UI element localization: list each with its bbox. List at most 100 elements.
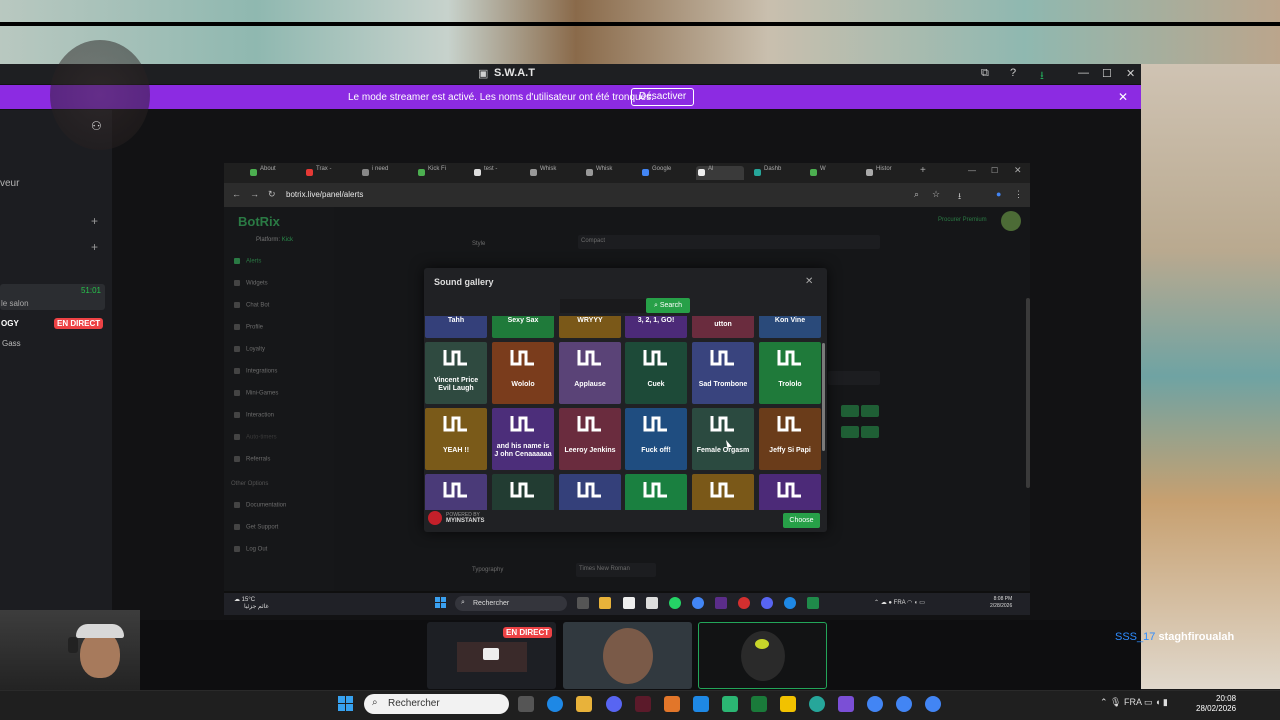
add-channel-icon[interactable]: + <box>91 214 98 228</box>
nav-loyalty[interactable]: Loyalty <box>234 346 265 353</box>
minimize-icon[interactable]: — <box>968 166 976 175</box>
chrome-icon[interactable] <box>867 696 883 712</box>
voice-user[interactable]: Gass <box>2 339 21 348</box>
sound-tile[interactable]: Vincent Price Evil Laugh <box>425 342 487 404</box>
chrome-icon-2[interactable] <box>896 696 912 712</box>
add-channel-icon-2[interactable]: + <box>91 240 98 254</box>
app-icon-3[interactable] <box>722 696 738 712</box>
excel-icon[interactable] <box>751 696 767 712</box>
sound-tile[interactable]: YEAH !! <box>425 408 487 470</box>
nav-profile[interactable]: Profile <box>234 324 263 331</box>
minimize-icon[interactable]: — <box>1078 67 1089 79</box>
file-explorer-icon[interactable] <box>599 597 611 609</box>
style-select[interactable]: Compact <box>578 235 880 249</box>
nav-referrals[interactable]: Referrals <box>234 456 270 463</box>
close-icon[interactable]: ✕ <box>1126 67 1135 80</box>
host-search-box[interactable]: ⌕ Rechercher <box>364 694 509 714</box>
sound-tile[interactable]: Applause <box>559 342 621 404</box>
file-explorer-icon[interactable] <box>576 696 592 712</box>
sound-tile[interactable]: Fuck off! <box>625 408 687 470</box>
chrome-icon[interactable] <box>692 597 704 609</box>
nav-logout[interactable]: Log Out <box>234 546 267 553</box>
profile-icon[interactable]: ● <box>996 189 1001 199</box>
gallery-scrollbar[interactable] <box>822 343 825 451</box>
tab[interactable]: Whisk <box>528 166 556 180</box>
live-user[interactable]: OGY <box>1 319 19 328</box>
nav-widgets[interactable]: Widgets <box>234 280 268 287</box>
sound-tile[interactable] <box>559 474 621 510</box>
sound-tile[interactable] <box>425 474 487 510</box>
nav-support[interactable]: Get Support <box>234 524 278 531</box>
sound-search-input[interactable] <box>560 299 646 313</box>
reload-icon[interactable]: ↻ <box>268 189 276 200</box>
sound-tile[interactable]: Leeroy Jenkins <box>559 408 621 470</box>
back-icon[interactable]: ← <box>232 189 241 199</box>
nav-mini-games[interactable]: Mini-Games <box>234 390 278 397</box>
whatsapp-icon[interactable] <box>669 597 681 609</box>
select-box[interactable] <box>828 371 880 385</box>
premium-link[interactable]: Procurer Premium <box>938 217 987 223</box>
inner-tray[interactable]: ⌃ ☁ ● FRA ◠ ◖ ▭ <box>874 599 925 606</box>
url-field[interactable]: botrix.live/panel/alerts <box>286 190 363 199</box>
sound-tile[interactable]: Cuek <box>625 342 687 404</box>
stream-preview-user[interactable] <box>698 622 827 689</box>
calculator-icon[interactable] <box>693 696 709 712</box>
botrix-logo[interactable]: BotRix <box>238 214 280 229</box>
help-icon[interactable]: ? <box>1010 67 1016 79</box>
tab[interactable]: Trax - <box>304 166 331 180</box>
windows-start-icon[interactable] <box>338 696 354 712</box>
download-icon[interactable]: ⭳ <box>958 189 961 205</box>
nav-documentation[interactable]: Documentation <box>234 502 286 509</box>
new-tab-icon[interactable]: + <box>920 165 926 176</box>
forward-icon[interactable]: → <box>250 189 259 199</box>
edge-icon[interactable] <box>547 696 563 712</box>
task-view-icon[interactable] <box>518 696 534 712</box>
opera-icon[interactable] <box>738 597 750 609</box>
task-view-icon[interactable] <box>577 597 589 609</box>
inner-clock[interactable]: 8:08 PM 2/28/2026 <box>990 596 1012 610</box>
download-icon[interactable]: ⭳ <box>1040 67 1044 86</box>
maximize-icon[interactable]: ☐ <box>1102 67 1112 80</box>
tab[interactable]: i need <box>360 166 388 180</box>
maximize-icon[interactable]: ☐ <box>991 166 998 175</box>
app-icon-2[interactable] <box>807 597 819 609</box>
close-icon[interactable]: ✕ <box>1014 165 1022 176</box>
discord-icon[interactable] <box>761 597 773 609</box>
sound-tile[interactable]: Sad Trombone <box>692 342 754 404</box>
voice-channel[interactable]: 51:01 le salon <box>0 284 105 310</box>
app-icon-4[interactable] <box>780 696 796 712</box>
sound-tile[interactable]: Female Orgasm <box>692 408 754 470</box>
sound-tile[interactable] <box>492 474 554 510</box>
stream-preview-avatar[interactable] <box>563 622 692 689</box>
server-menu-label[interactable]: veur <box>0 178 19 189</box>
sound-tile[interactable] <box>692 474 754 510</box>
windows-start-icon[interactable] <box>435 597 447 609</box>
host-clock[interactable]: 20:08 28/02/2026 <box>1196 694 1236 714</box>
tab[interactable]: Histor <box>864 166 892 180</box>
sound-tile[interactable]: and his name is J ohn Cenaaaaaa <box>492 408 554 470</box>
typography-select[interactable]: Times New Roman <box>576 563 656 577</box>
app-icon[interactable] <box>635 696 651 712</box>
menu-icon[interactable]: ⋮ <box>1014 189 1023 200</box>
chrome-icon-3[interactable] <box>925 696 941 712</box>
modal-close-icon[interactable]: ✕ <box>805 276 813 287</box>
tab[interactable]: Kick Fi <box>416 166 446 180</box>
host-tray[interactable]: ⌃ 🎙 FRA ▭ ◖ ▮ <box>1100 697 1168 708</box>
add-member-icon[interactable]: ⚇ <box>91 119 102 133</box>
nav-integrations[interactable]: Integrations <box>234 368 277 375</box>
screen-icon[interactable]: ⧉ <box>981 67 989 80</box>
edge-icon[interactable] <box>784 597 796 609</box>
nav-auto-timers[interactable]: Auto-timers <box>234 434 277 441</box>
sound-tile[interactable]: Jeffy Si Papi <box>759 408 821 470</box>
app-icon-5[interactable] <box>809 696 825 712</box>
tab[interactable]: About <box>248 166 276 180</box>
tab[interactable]: Dashb <box>752 166 781 180</box>
tab-active[interactable]: Al <box>696 166 744 180</box>
weather-widget[interactable]: ☁ 15°C غائم جزئيا <box>234 596 269 610</box>
app-icon[interactable] <box>715 597 727 609</box>
action-buttons[interactable] <box>840 403 888 445</box>
bookmark-icon[interactable]: ☆ <box>932 189 940 200</box>
sound-tile[interactable] <box>625 474 687 510</box>
nav-alerts[interactable]: Alerts <box>234 258 261 265</box>
store-icon[interactable] <box>646 597 658 609</box>
